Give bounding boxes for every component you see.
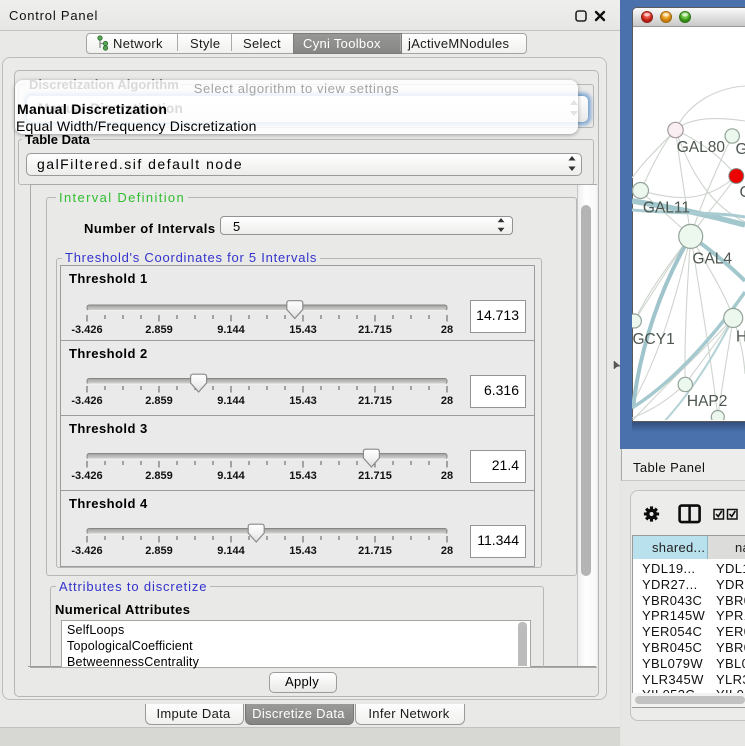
svg-text:GAL4: GAL4 — [692, 251, 732, 268]
svg-text:GAL11: GAL11 — [643, 200, 690, 217]
svg-text:15.43: 15.43 — [289, 545, 317, 557]
svg-text:-3.426: -3.426 — [71, 395, 102, 407]
svg-text:21.715: 21.715 — [358, 545, 392, 557]
svg-text:2.859: 2.859 — [145, 395, 173, 407]
svg-text:9.144: 9.144 — [217, 395, 245, 407]
svg-text:21.715: 21.715 — [358, 324, 392, 336]
svg-text:H: H — [736, 329, 745, 346]
svg-text:2.859: 2.859 — [145, 324, 173, 336]
svg-text:GCY1: GCY1 — [633, 331, 675, 348]
svg-text:HAP2: HAP2 — [687, 393, 728, 410]
svg-text:28: 28 — [441, 324, 453, 336]
svg-text:9.144: 9.144 — [217, 545, 245, 557]
svg-text:C: C — [740, 184, 745, 201]
svg-text:9.144: 9.144 — [217, 470, 245, 482]
svg-text:9.144: 9.144 — [217, 324, 245, 336]
svg-text:2.859: 2.859 — [145, 545, 173, 557]
svg-text:21.715: 21.715 — [358, 470, 392, 482]
svg-text:15.43: 15.43 — [289, 324, 317, 336]
svg-text:GA: GA — [736, 141, 745, 158]
svg-text:2.859: 2.859 — [145, 470, 173, 482]
svg-text:28: 28 — [441, 470, 453, 482]
svg-text:15.43: 15.43 — [289, 470, 317, 482]
svg-text:28: 28 — [441, 545, 453, 557]
svg-text:-3.426: -3.426 — [71, 324, 102, 336]
svg-text:28: 28 — [441, 395, 453, 407]
svg-text:21.715: 21.715 — [358, 395, 392, 407]
svg-text:GAL80: GAL80 — [677, 139, 726, 156]
svg-text:-3.426: -3.426 — [71, 470, 102, 482]
svg-text:-3.426: -3.426 — [71, 545, 102, 557]
svg-text:15.43: 15.43 — [289, 395, 317, 407]
